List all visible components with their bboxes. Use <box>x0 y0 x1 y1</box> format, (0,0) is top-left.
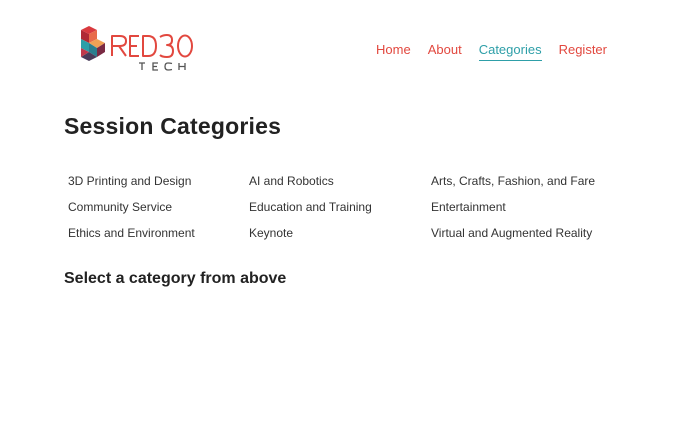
category-link-3d-printing[interactable]: 3D Printing and Design <box>68 172 249 198</box>
category-link-ai-robotics[interactable]: AI and Robotics <box>249 172 431 198</box>
nav-home-link[interactable]: Home <box>376 42 411 61</box>
category-list: 3D Printing and Design AI and Robotics A… <box>68 172 628 250</box>
category-link-entertainment[interactable]: Entertainment <box>431 198 628 224</box>
logo-mark-icon <box>81 26 193 71</box>
nav-about-link[interactable]: About <box>428 42 462 61</box>
category-link-education-training[interactable]: Education and Training <box>249 198 431 224</box>
select-category-prompt: Select a category from above <box>64 270 287 287</box>
category-link-arts-crafts[interactable]: Arts, Crafts, Fashion, and Fare <box>431 172 628 198</box>
red30-tech-logo[interactable] <box>79 25 199 73</box>
nav-categories-link[interactable]: Categories <box>478 42 542 61</box>
category-link-ethics-environment[interactable]: Ethics and Environment <box>68 224 249 250</box>
site-header: Home About Categories Register <box>0 0 684 90</box>
nav-register-link[interactable]: Register <box>559 42 607 61</box>
category-link-virtual-augmented-reality[interactable]: Virtual and Augmented Reality <box>431 224 628 250</box>
main-nav: Home About Categories Register <box>376 42 607 61</box>
category-link-community-service[interactable]: Community Service <box>68 198 249 224</box>
category-link-keynote[interactable]: Keynote <box>249 224 431 250</box>
page-title: Session Categories <box>64 113 282 139</box>
